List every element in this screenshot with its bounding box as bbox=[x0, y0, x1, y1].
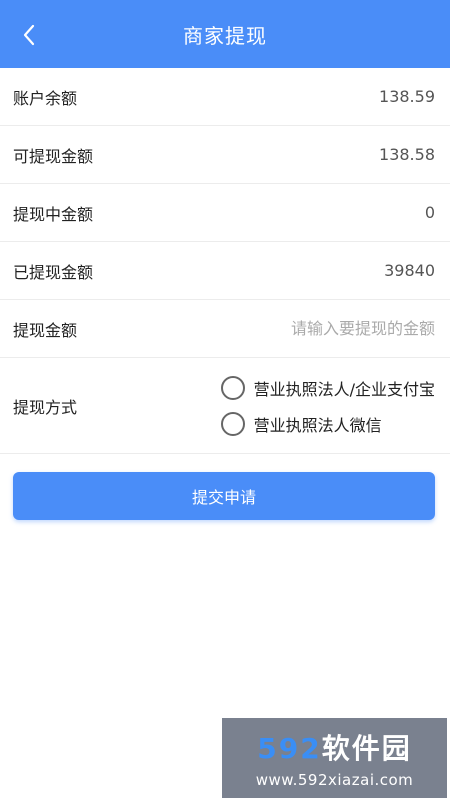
watermark: 592软件园 www.592xiazai.com bbox=[222, 718, 447, 798]
row-withdraw-method: 提现方式 营业执照法人/企业支付宝 营业执照法人微信 bbox=[0, 358, 450, 454]
row-label: 已提现金额 bbox=[13, 262, 94, 282]
row-label: 提现方式 bbox=[13, 397, 78, 417]
row-value: 138.59 bbox=[379, 87, 435, 106]
row-value: 0 bbox=[424, 203, 435, 222]
row-value: 39840 bbox=[384, 261, 435, 280]
radio-unchecked-icon[interactable] bbox=[220, 411, 245, 436]
row-label: 可提现金额 bbox=[13, 146, 94, 166]
watermark-logo: 592软件园 bbox=[257, 727, 411, 767]
watermark-url: www.592xiazai.com bbox=[255, 771, 414, 789]
row-withdrawn-amount: 已提现金额 39840 bbox=[0, 242, 450, 300]
amount-input[interactable] bbox=[215, 319, 435, 338]
back-button[interactable] bbox=[16, 22, 42, 48]
option-alipay[interactable]: 营业执照法人/企业支付宝 bbox=[220, 375, 435, 400]
option-wechat[interactable]: 营业执照法人微信 bbox=[220, 411, 435, 436]
watermark-logo-number: 592 bbox=[257, 732, 322, 765]
watermark-logo-text: 软件园 bbox=[321, 732, 412, 765]
radio-unchecked-icon[interactable] bbox=[220, 375, 245, 400]
row-account-balance: 账户余额 138.59 bbox=[0, 68, 450, 126]
submit-button[interactable]: 提交申请 bbox=[13, 472, 435, 520]
withdraw-info-list: 账户余额 138.59 可提现金额 138.58 提现中金额 0 已提现金额 3… bbox=[0, 68, 450, 454]
row-label: 提现中金额 bbox=[13, 204, 94, 224]
option-label: 营业执照法人微信 bbox=[253, 415, 382, 435]
page-title: 商家提现 bbox=[183, 23, 267, 48]
method-options: 营业执照法人/企业支付宝 营业执照法人微信 bbox=[220, 375, 435, 436]
row-pending-amount: 提现中金额 0 bbox=[0, 184, 450, 242]
option-label: 营业执照法人/企业支付宝 bbox=[253, 379, 435, 399]
row-withdraw-amount: 提现金额 bbox=[0, 300, 450, 358]
row-label: 提现金额 bbox=[13, 320, 78, 340]
app-header: 商家提现 bbox=[0, 0, 450, 68]
row-withdrawable-amount: 可提现金额 138.58 bbox=[0, 126, 450, 184]
row-label: 账户余额 bbox=[13, 88, 78, 108]
row-value: 138.58 bbox=[379, 145, 435, 164]
chevron-left-icon bbox=[23, 24, 35, 46]
